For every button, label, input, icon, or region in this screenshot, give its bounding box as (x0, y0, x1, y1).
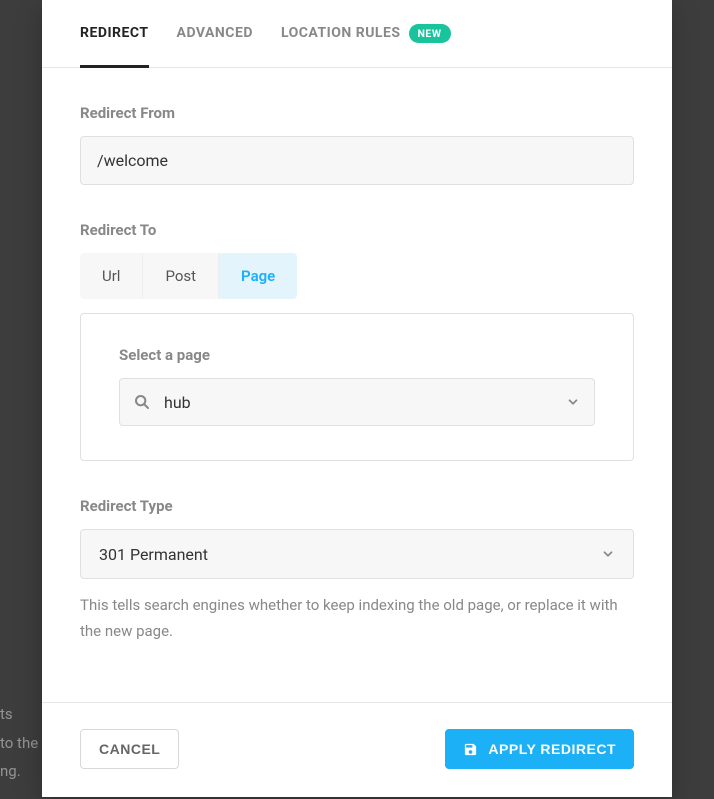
modal-body: Redirect From Redirect To Url Post Page … (42, 68, 672, 652)
tab-advanced[interactable]: ADVANCED (177, 1, 253, 68)
redirect-to-label: Redirect To (80, 221, 634, 239)
select-page-label: Select a page (119, 346, 595, 364)
segment-post[interactable]: Post (143, 253, 219, 299)
button-label: APPLY REDIRECT (488, 741, 616, 757)
apply-redirect-button[interactable]: APPLY REDIRECT (445, 729, 634, 769)
page-search-select[interactable]: hub (119, 378, 595, 426)
tab-label: LOCATION RULES (281, 25, 401, 41)
redirect-type-select[interactable]: 301 Permanent (80, 529, 634, 579)
page-select-panel: Select a page hub (80, 313, 634, 461)
redirect-to-segments: Url Post Page (80, 253, 297, 299)
redirect-to-section: Redirect To Url Post Page Select a page (80, 221, 634, 461)
redirect-type-value: 301 Permanent (99, 545, 601, 564)
tab-label: REDIRECT (80, 25, 149, 41)
search-icon (134, 394, 150, 410)
button-label: CANCEL (99, 741, 160, 757)
redirect-from-section: Redirect From (80, 104, 634, 185)
segment-label: Url (102, 267, 120, 285)
segment-label: Page (241, 267, 275, 285)
tab-redirect[interactable]: REDIRECT (80, 1, 149, 68)
new-badge: NEW (409, 24, 451, 43)
chevron-down-icon (601, 547, 615, 561)
background-text: ts to the ng. (0, 700, 40, 786)
tab-label: ADVANCED (177, 25, 253, 41)
redirect-modal: REDIRECT ADVANCED LOCATION RULES NEW Red… (42, 0, 672, 797)
tabs: REDIRECT ADVANCED LOCATION RULES NEW (42, 0, 672, 68)
redirect-from-input[interactable] (80, 136, 634, 185)
cancel-button[interactable]: CANCEL (80, 729, 179, 769)
redirect-type-label: Redirect Type (80, 497, 634, 515)
save-icon (463, 742, 478, 757)
segment-url[interactable]: Url (80, 253, 143, 299)
page-select-value: hub (164, 393, 566, 412)
segment-label: Post (165, 267, 196, 285)
segment-page[interactable]: Page (219, 253, 297, 299)
redirect-type-helper: This tells search engines whether to kee… (80, 593, 634, 644)
tab-location-rules[interactable]: LOCATION RULES NEW (281, 1, 451, 68)
redirect-type-section: Redirect Type 301 Permanent This tells s… (80, 497, 634, 644)
modal-footer: CANCEL APPLY REDIRECT (42, 702, 672, 797)
redirect-from-label: Redirect From (80, 104, 634, 122)
chevron-down-icon (566, 395, 580, 409)
